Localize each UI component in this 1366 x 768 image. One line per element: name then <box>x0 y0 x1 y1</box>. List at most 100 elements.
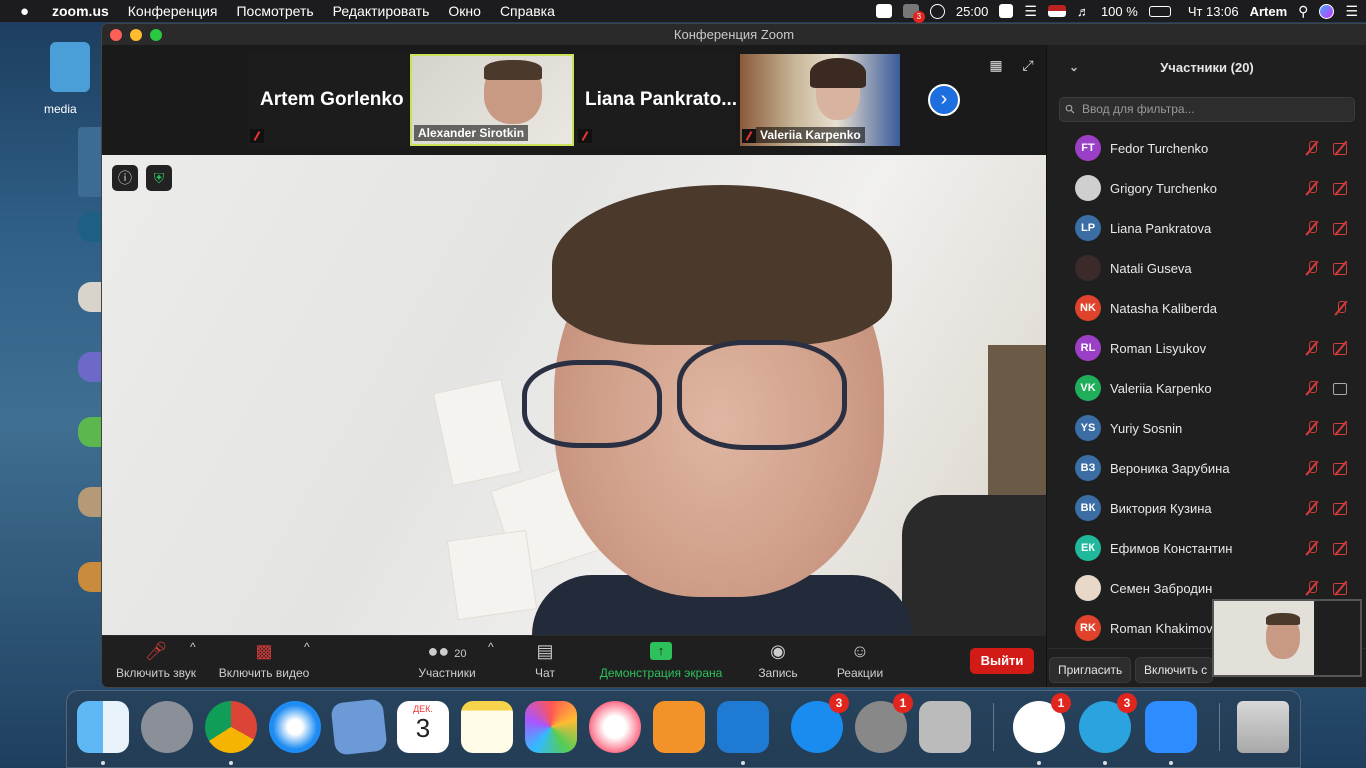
menu-conference[interactable]: Конференция <box>128 3 218 19</box>
thumbnail-alexander[interactable]: Alexander Sirotkin <box>410 54 574 146</box>
music-dock-icon[interactable] <box>589 701 641 753</box>
timer-icon[interactable] <box>929 3 945 19</box>
self-view-preview[interactable] <box>1212 599 1362 677</box>
slack-dock-icon[interactable]: 1 <box>1013 693 1071 765</box>
avatar <box>1075 175 1101 201</box>
thumbnail-name: Valeriia Karpenko <box>756 127 865 143</box>
menu-help[interactable]: Справка <box>500 3 555 19</box>
record-button[interactable]: ◉ Запись <box>756 640 800 680</box>
calculator-dock-icon[interactable] <box>919 701 971 753</box>
battery-percent[interactable]: 100 % <box>1101 4 1138 19</box>
control-center-icon[interactable]: ☰ <box>1345 3 1358 20</box>
gallery-view-icon[interactable]: ▦ <box>988 57 1004 73</box>
mail-dock-icon[interactable] <box>330 698 388 756</box>
app-store-dock-icon[interactable]: 3 <box>791 693 849 753</box>
trash-dock-icon[interactable] <box>1237 701 1289 753</box>
mic-muted-icon <box>1304 181 1320 195</box>
video-off-icon <box>1333 581 1349 595</box>
record-icon: ◉ <box>770 641 786 661</box>
participant-name: Fedor Turchenko <box>1110 140 1209 156</box>
fullscreen-icon[interactable]: ⤢ <box>1020 57 1036 73</box>
battery-icon[interactable] <box>1148 5 1171 17</box>
zoom-dock-icon[interactable] <box>1145 701 1197 765</box>
encryption-shield-icon[interactable]: ⛨ <box>146 165 172 191</box>
wifi-icon[interactable]: ☰ <box>1024 3 1037 20</box>
desktop-folder-icon[interactable] <box>50 42 90 92</box>
participant-row[interactable]: RL Roman Lisyukov <box>1047 328 1366 368</box>
system-preferences-dock-icon[interactable]: 1 <box>855 693 913 753</box>
glasses-left-lens <box>522 360 662 448</box>
chat-button[interactable]: ▤ Чат <box>530 640 560 680</box>
leave-meeting-button[interactable]: Выйти <box>970 648 1034 674</box>
participant-filter-input[interactable]: Ввод для фильтра... <box>1059 97 1355 122</box>
flag-icon[interactable] <box>1047 5 1066 17</box>
user-menu[interactable]: Artem <box>1250 4 1288 19</box>
title-bar[interactable]: Конференция Zoom <box>102 24 1366 45</box>
collapse-panel-icon[interactable]: ⌄ <box>1069 45 1079 89</box>
video-off-icon: ▩ <box>255 641 273 661</box>
video-options-caret[interactable]: ^ <box>304 640 310 654</box>
photos-dock-icon[interactable] <box>525 701 577 753</box>
vscode-dock-icon[interactable] <box>717 701 769 765</box>
menu-view[interactable]: Посмотреть <box>236 3 313 19</box>
participant-row[interactable]: Grigory Turchenko <box>1047 168 1366 208</box>
finder-dock-icon[interactable] <box>77 701 129 765</box>
video-off-icon <box>1333 301 1349 315</box>
thumbnail-valeriia[interactable]: Valeriia Karpenko <box>740 54 900 146</box>
telegram-dock-icon[interactable]: 3 <box>1079 693 1137 765</box>
chrome-dock-icon[interactable] <box>205 701 257 765</box>
unmute-button[interactable]: 🎤︎ Включить звук <box>112 640 200 680</box>
participant-row[interactable]: ВК Виктория Кузина <box>1047 488 1366 528</box>
zoom-status-icon[interactable] <box>875 4 892 18</box>
thumbnail-artem[interactable]: Artem Gorlenko <box>248 54 408 146</box>
participant-row[interactable]: Natali Guseva <box>1047 248 1366 288</box>
next-page-button[interactable]: › <box>928 84 960 116</box>
books-dock-icon[interactable] <box>653 701 705 753</box>
muted-icon <box>742 129 756 143</box>
participant-row[interactable]: ЕК Ефимов Константин <box>1047 528 1366 568</box>
participants-panel-header: ⌄ Участники (20) <box>1047 45 1366 91</box>
notes-dock-icon[interactable] <box>461 701 513 753</box>
participants-options-caret[interactable]: ^ <box>488 640 494 654</box>
close-window-button[interactable] <box>110 29 122 41</box>
share-screen-button[interactable]: ↑ Демонстрация экрана <box>594 640 728 680</box>
background-app-icon <box>78 352 104 382</box>
siri-icon[interactable] <box>1319 3 1335 19</box>
calendar-dock-icon[interactable]: ДЕК. 3 <box>397 701 449 753</box>
app-menu[interactable]: zoom.us <box>52 3 109 19</box>
participants-button[interactable]: ●● 20 Участники <box>414 640 480 680</box>
participant-row[interactable]: LP Liana Pankratova <box>1047 208 1366 248</box>
reactions-button[interactable]: ☺ Реакции <box>834 640 886 680</box>
timer-text[interactable]: 25:00 <box>956 4 989 19</box>
participant-row[interactable]: NK Natasha Kaliberda <box>1047 288 1366 328</box>
audio-options-caret[interactable]: ^ <box>190 640 196 654</box>
search-icon[interactable]: ⚲ <box>1298 3 1308 20</box>
mic-muted-icon <box>1304 461 1320 475</box>
participant-row[interactable]: VK Valeriia Karpenko <box>1047 368 1366 408</box>
mic-muted-icon <box>1304 381 1320 395</box>
start-video-button[interactable]: ▩ Включить видео <box>216 640 312 680</box>
notification-icon[interactable]: 3 <box>902 4 925 23</box>
invite-button[interactable]: Пригласить <box>1049 657 1132 683</box>
unmute-all-button[interactable]: Включить с <box>1135 657 1213 683</box>
safari-dock-icon[interactable] <box>269 701 321 753</box>
participant-name: Roman Lisyukov <box>1110 340 1207 356</box>
thumbnail-liana[interactable]: Liana Pankrato... <box>576 54 736 146</box>
video-on-icon <box>1333 381 1349 395</box>
participant-row[interactable]: FT Fedor Turchenko <box>1047 128 1366 168</box>
meeting-info-icon[interactable]: ⓘ <box>112 165 138 191</box>
menu-window[interactable]: Окно <box>448 3 481 19</box>
zoom-window-button[interactable] <box>150 29 162 41</box>
participant-row[interactable]: YS Yuriy Sosnin <box>1047 408 1366 448</box>
apple-menu-icon[interactable]: ● <box>20 3 34 20</box>
launchpad-dock-icon[interactable] <box>141 701 193 753</box>
participant-row[interactable]: ВЗ Вероника Зарубина <box>1047 448 1366 488</box>
menu-edit[interactable]: Редактировать <box>333 3 430 19</box>
dropbox-icon[interactable] <box>999 4 1014 18</box>
chat-icon: ▤ <box>536 641 554 661</box>
desktop-file-label[interactable]: media <box>44 102 77 116</box>
participant-video-hair <box>810 58 866 88</box>
minimize-window-button[interactable] <box>130 29 142 41</box>
volume-icon[interactable]: ♬ <box>1077 4 1090 19</box>
clock[interactable]: Чт 13:06 <box>1188 4 1239 19</box>
